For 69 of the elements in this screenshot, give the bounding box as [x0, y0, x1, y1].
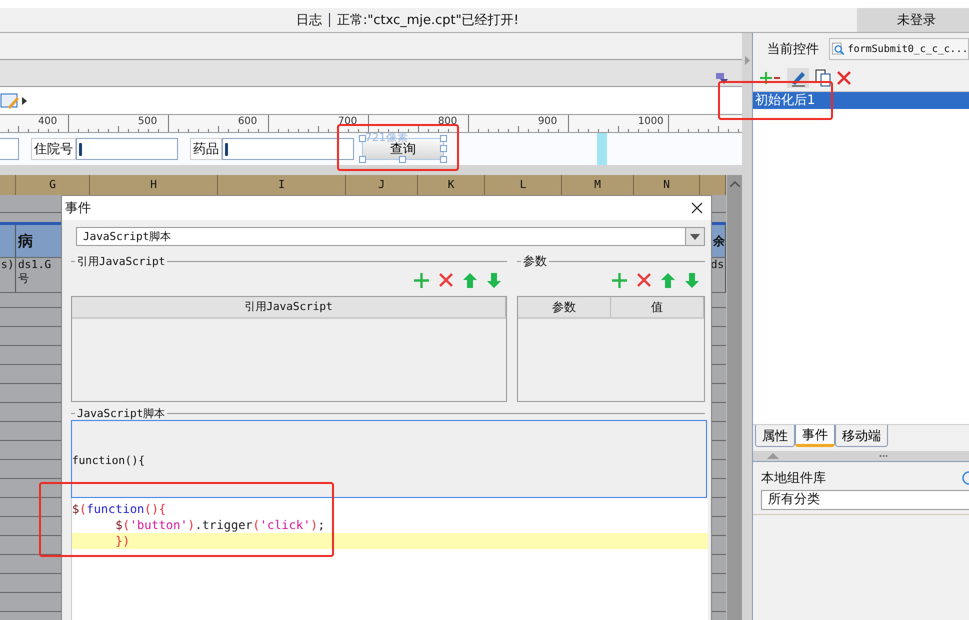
- table-header[interactable]: 值: [611, 297, 704, 317]
- table-header[interactable]: 参数: [518, 297, 611, 317]
- group-legend: 参数: [523, 252, 547, 270]
- ruler-label: 1000: [638, 116, 664, 127]
- collapse-up-icon[interactable]: [767, 453, 779, 459]
- ruler-label: 600: [238, 116, 258, 127]
- login-status[interactable]: 未登录: [857, 8, 969, 32]
- add-icon[interactable]: [414, 272, 429, 288]
- panel-tab[interactable]: 事件: [795, 425, 835, 447]
- category-dropdown[interactable]: 所有分类: [761, 490, 969, 510]
- flag-icon[interactable]: [716, 73, 728, 84]
- panel-tab[interactable]: 移动端: [835, 425, 888, 447]
- log-label[interactable]: 日志: [296, 11, 322, 29]
- library-label: 本地组件库: [761, 470, 826, 487]
- sheet-cell-text: 号: [18, 271, 29, 286]
- selection-handle[interactable]: [359, 156, 366, 163]
- text-field[interactable]: [0, 138, 19, 160]
- ruler-label: 400: [38, 116, 58, 127]
- field-label: 住院号: [31, 138, 76, 160]
- collapse-arrow-icon[interactable]: [744, 56, 750, 65]
- dialog-title: 事件: [65, 200, 91, 217]
- copy-icon[interactable]: [815, 69, 831, 87]
- search-icon: [832, 41, 845, 57]
- delete-icon[interactable]: [439, 273, 453, 287]
- code-line: $(function(){: [72, 502, 166, 516]
- guide-marker: [597, 133, 607, 165]
- sheet-cell[interactable]: s): [0, 258, 16, 293]
- scroll-up-icon[interactable]: [730, 181, 740, 187]
- code-editor[interactable]: $(function(){ $('button').trigger('click'); }): [71, 498, 708, 620]
- move-down-icon[interactable]: [685, 272, 699, 288]
- ruler-label: 500: [138, 116, 158, 127]
- edit-icon[interactable]: [787, 68, 809, 88]
- sheet-cell-text: 病: [18, 232, 33, 250]
- field-label: 药品: [190, 138, 222, 160]
- grip-handle[interactable]: [879, 455, 888, 457]
- selection-handle[interactable]: [359, 135, 366, 142]
- sheet-cell-text: ds1.G: [18, 258, 52, 271]
- vertical-scrollbar[interactable]: [726, 175, 742, 620]
- control-select-field[interactable]: formSubmit0_c_c_c...: [829, 38, 969, 60]
- move-up-icon[interactable]: [463, 272, 477, 288]
- ruler-label: 700: [338, 116, 358, 127]
- move-down-icon[interactable]: [487, 272, 501, 288]
- panel-tab[interactable]: 属性: [755, 425, 795, 447]
- selection-handle[interactable]: [399, 156, 406, 163]
- current-control-label: 当前控件: [767, 41, 819, 58]
- add-icon[interactable]: [612, 272, 627, 288]
- event-list-item[interactable]: 初始化后1: [753, 92, 969, 109]
- ruler-label: 900: [538, 116, 558, 127]
- text-field[interactable]: [76, 138, 178, 160]
- group-legend: JavaScript脚本: [77, 406, 166, 420]
- move-up-icon[interactable]: [661, 272, 675, 288]
- dropdown-arrow-icon: [690, 234, 700, 240]
- close-icon[interactable]: [691, 202, 703, 214]
- refresh-icon[interactable]: [961, 471, 969, 485]
- status-message: 正常:"ctxc_mje.cpt"已经打开!: [337, 12, 520, 29]
- code-line: }): [114, 534, 130, 548]
- table-header[interactable]: 引用JavaScript: [72, 297, 506, 317]
- delete-icon[interactable]: [637, 273, 651, 287]
- delete-icon[interactable]: [837, 71, 851, 85]
- text-field[interactable]: [222, 138, 354, 160]
- add-icon[interactable]: [759, 71, 781, 85]
- type-dropdown[interactable]: JavaScript脚本: [76, 227, 705, 246]
- sheet-cell-text: s): [0, 258, 14, 271]
- sheet-cell-text: 余: [713, 232, 725, 250]
- code-line: function(){: [72, 454, 145, 466]
- expand-arrow-icon[interactable]: [22, 96, 27, 104]
- ruler-label: 800: [438, 116, 458, 127]
- form-edit-icon[interactable]: [0, 92, 20, 110]
- code-line: $('button').trigger('click');: [114, 518, 325, 532]
